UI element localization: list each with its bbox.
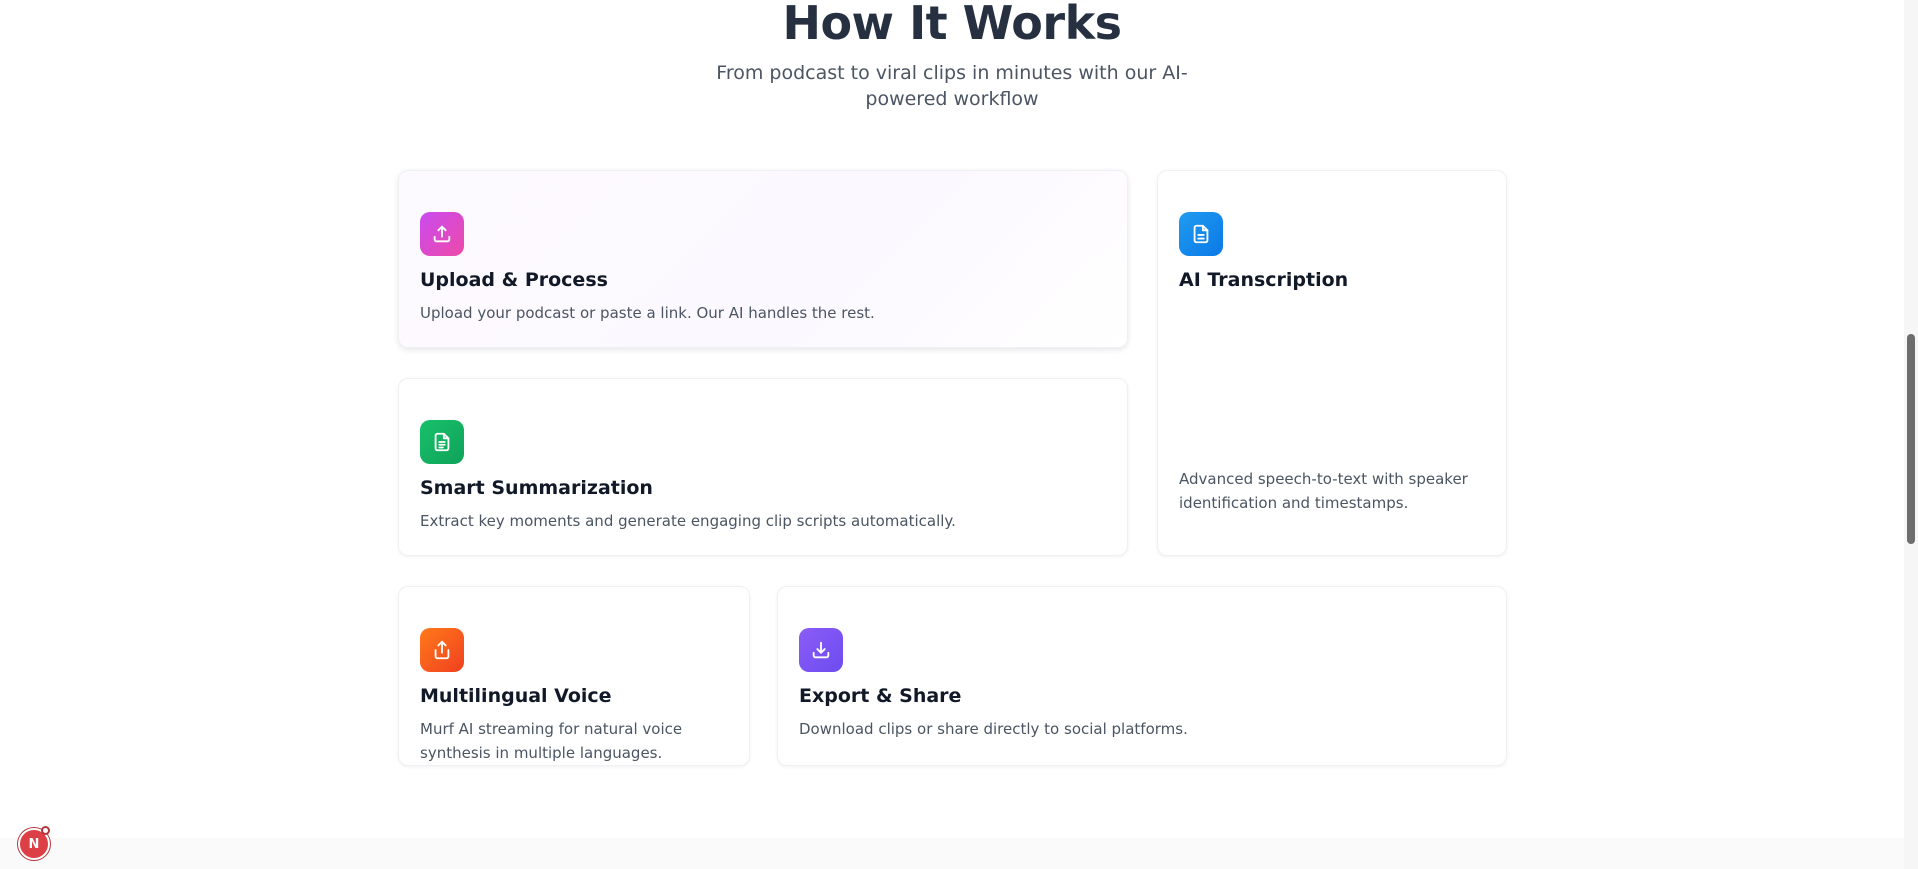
card-description: Murf AI streaming for natural voice synt… (420, 720, 683, 762)
card-title: Upload & Process (420, 269, 608, 291)
scrollbar-thumb[interactable] (1907, 334, 1915, 544)
card-title: Multilingual Voice (420, 685, 612, 707)
upload-icon (420, 212, 464, 256)
feature-card-export: Export & Share Download clips or share d… (777, 586, 1507, 766)
feature-card-transcription: AI Transcription Advanced speech-to-text… (1157, 170, 1507, 556)
next-section-band (0, 838, 1904, 869)
feature-card-upload: Upload & Process Upload your podcast or … (398, 170, 1128, 348)
card-description: Extract key moments and generate engagin… (420, 512, 956, 530)
share-icon (420, 628, 464, 672)
card-title: Smart Summarization (420, 477, 653, 499)
card-title: Export & Share (799, 685, 962, 707)
feature-card-multilingual: Multilingual Voice Murf AI streaming for… (398, 586, 750, 766)
card-description: Upload your podcast or paste a link. Our… (420, 304, 875, 322)
vertical-scrollbar[interactable] (1904, 0, 1918, 869)
feature-card-summarization: Smart Summarization Extract key moments … (398, 378, 1128, 556)
status-dot-icon (41, 826, 50, 835)
section-title: How It Works (782, 0, 1122, 50)
card-title: AI Transcription (1179, 269, 1349, 291)
document-text-icon (420, 420, 464, 464)
document-icon (1179, 212, 1223, 256)
download-icon (799, 628, 843, 672)
section-subtitle: From podcast to viral clips in minutes w… (716, 62, 1188, 110)
card-description: Advanced speech-to-text with speaker ide… (1179, 470, 1468, 512)
card-description: Download clips or share directly to soci… (799, 720, 1188, 738)
